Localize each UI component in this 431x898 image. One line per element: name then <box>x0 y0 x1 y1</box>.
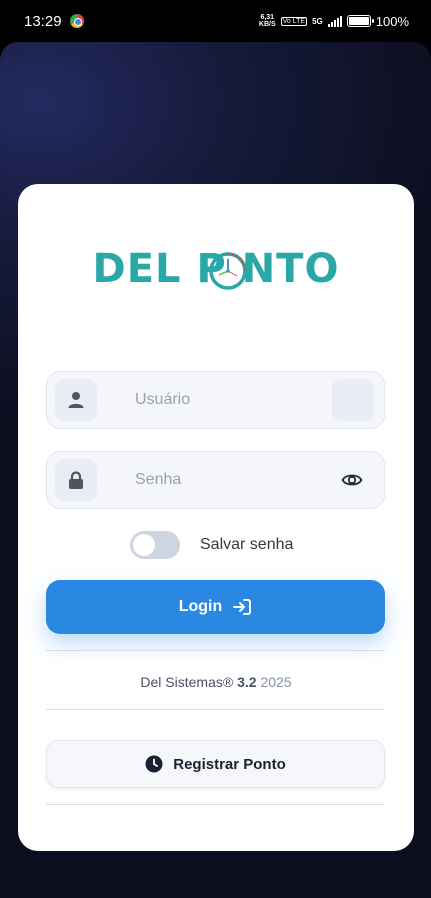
status-time: 13:29 <box>24 12 62 30</box>
password-input[interactable] <box>135 452 315 508</box>
username-field <box>46 371 385 429</box>
app-background: DEL P NTO Usuário Salvar senha Login Del… <box>0 42 431 898</box>
user-icon <box>68 392 84 408</box>
signal-icon <box>327 15 342 27</box>
status-left: 13:29 <box>24 13 84 30</box>
lock-icon-box <box>55 459 97 501</box>
password-field <box>46 451 385 509</box>
toggle-knob <box>133 534 155 556</box>
login-icon <box>233 599 252 615</box>
user-icon-box <box>55 379 97 421</box>
login-button[interactable]: Login <box>46 580 385 634</box>
status-bar: 13:29 6,31 KB/S Vo LTE 5G 100% <box>0 0 431 42</box>
save-password-label: Salvar senha <box>200 536 294 553</box>
divider-bottom <box>46 804 385 805</box>
lock-icon <box>69 471 83 489</box>
register-punch-label: Registrar Ponto <box>173 755 286 773</box>
divider-top <box>46 650 385 651</box>
battery-level: 100% <box>375 13 409 29</box>
net-speed-unit: KB/S <box>258 21 276 28</box>
save-password-toggle[interactable] <box>130 531 180 559</box>
chrome-icon <box>69 14 84 28</box>
login-button-label: Login <box>178 598 223 615</box>
network-type: 5G <box>312 16 323 26</box>
clock-icon <box>145 755 163 773</box>
footer-year: 2025 <box>260 674 292 690</box>
divider-middle <box>46 709 385 710</box>
register-punch-button[interactable]: Registrar Ponto <box>46 740 385 788</box>
status-right: 6,31 KB/S Vo LTE 5G 100% <box>259 14 409 29</box>
clock-logo-icon <box>209 252 247 290</box>
net-speed: 6,31 KB/S <box>259 14 276 28</box>
footer-version-number: 3.2 <box>237 674 257 690</box>
eye-icon <box>341 474 363 486</box>
net-speed-value: 6,31 <box>260 14 275 21</box>
show-password-button[interactable] <box>340 469 364 491</box>
footer-company: Del Sistemas® <box>140 674 234 690</box>
login-card: DEL P NTO Usuário Salvar senha Login Del… <box>18 184 414 851</box>
save-password-row: Salvar senha <box>18 530 414 560</box>
battery-icon <box>346 15 374 27</box>
username-action-box[interactable] <box>332 379 374 421</box>
volte-badge: Vo LTE <box>280 16 308 26</box>
footer-version: Del Sistemas® 3.2 2025 <box>18 674 414 690</box>
username-input[interactable] <box>135 372 315 428</box>
